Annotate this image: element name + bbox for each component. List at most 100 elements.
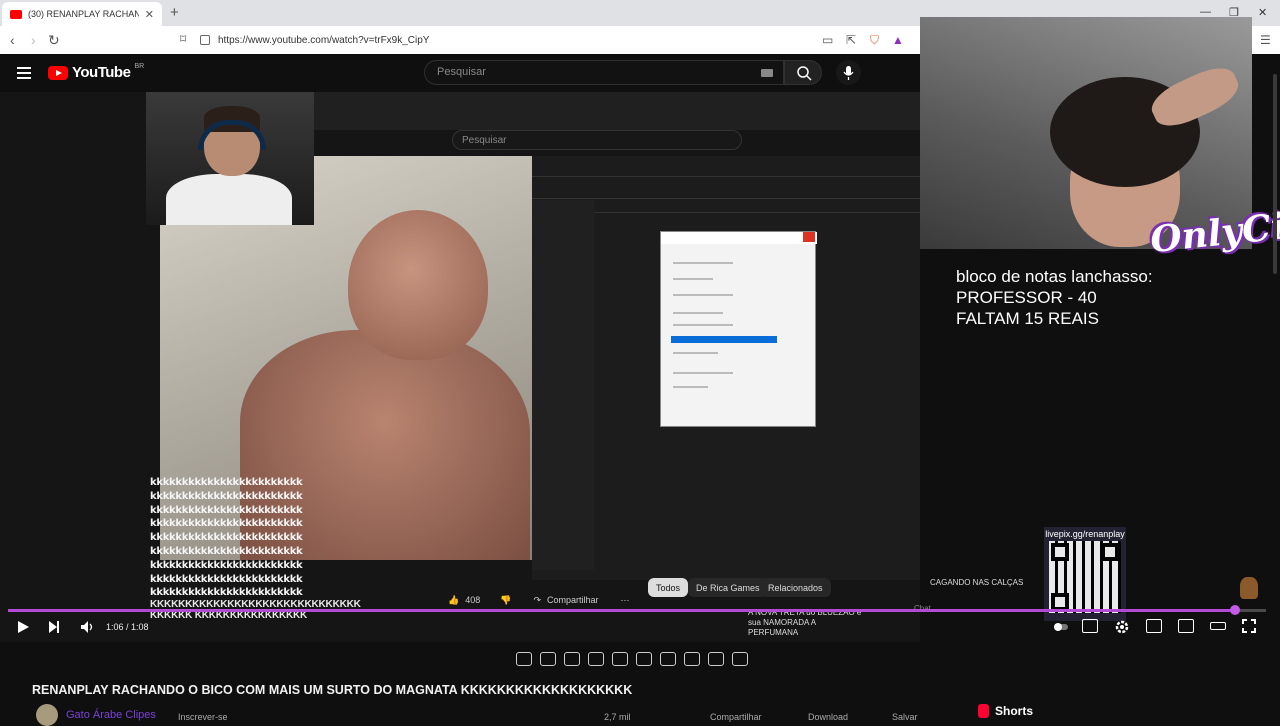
browser-tab[interactable]: (30) RENANPLAY RACHANDO O ✕: [2, 2, 162, 26]
close-window-icon[interactable]: ✕: [1258, 6, 1267, 19]
next-icon[interactable]: [47, 620, 61, 634]
new-tab-button[interactable]: +: [170, 4, 179, 21]
scrollbar-thumb[interactable]: [1273, 74, 1277, 274]
subtitles-icon[interactable]: [1082, 619, 1098, 633]
channel-avatar[interactable]: [36, 704, 58, 726]
share-button[interactable]: Compartilhar: [710, 712, 762, 722]
search-placeholder: Pesquisar: [437, 66, 486, 78]
qr-label: livepix.gg/renanplay: [1045, 529, 1125, 539]
search-input[interactable]: Pesquisar: [424, 60, 784, 85]
chat-spam: kkkkkkkkkkkkkkkkkkkkkkkk kkkkkkkkkkkkkkk…: [150, 476, 303, 600]
chat-line: kkkkkkkkkkkkkkkkkkkkkkkk: [150, 477, 303, 488]
youtube-logo-text: YouTube: [72, 64, 131, 81]
play-icon[interactable]: [16, 620, 30, 634]
eye-icon[interactable]: [564, 652, 580, 666]
chat-line: kkkkkkkkkkkkkkkkkkkkkkkk: [150, 504, 303, 516]
progress-fill: [8, 609, 1236, 612]
scrubber-handle[interactable]: [1230, 605, 1240, 615]
keyboard-icon[interactable]: [761, 69, 773, 77]
notes-line: FALTAM 15 REAIS: [956, 309, 1099, 328]
theater-mode-icon[interactable]: [1210, 622, 1226, 630]
stream-browser-tabs: [314, 92, 920, 130]
chat-line: kkkkkkkkkkkkkkkkkkkkkkkk: [150, 559, 303, 571]
inner-chip: De Rica Games: [688, 578, 768, 597]
youtube-logo[interactable]: YouTube BR: [48, 63, 145, 81]
url-field[interactable]: https://www.youtube.com/watch?v=trFx9k_C…: [200, 30, 900, 50]
properties-dialog: [660, 231, 817, 427]
miniplayer-icon[interactable]: [1146, 619, 1162, 633]
download-button[interactable]: Download: [808, 712, 848, 722]
chat-line: kkkkkkkkkkkkkkkkkkkkkkkk: [150, 545, 303, 557]
livepix-qr: livepix.gg/renanplay: [1044, 527, 1126, 621]
notes-overlay: bloco de notas lanchasso: PROFESSOR - 40…: [956, 266, 1153, 329]
chat-line: kkkkkkkkkkkkkkkkkkkkkkkk: [150, 573, 303, 585]
volume-icon[interactable]: [80, 620, 94, 634]
speed-icon[interactable]: [660, 652, 676, 666]
audio-icon[interactable]: [540, 652, 556, 666]
subscribe-button[interactable]: Inscrever-se: [178, 712, 228, 722]
inner-like-icon: 👍: [448, 594, 460, 605]
film-icon[interactable]: [588, 652, 604, 666]
search-button[interactable]: [784, 60, 822, 85]
add-icon[interactable]: [684, 652, 700, 666]
autoplay-toggle-icon[interactable]: [1054, 621, 1068, 633]
inner-share-label: Compartilhar: [547, 595, 599, 605]
chat-line: kkkkkkkkkkkkkkkkkkkkkkkk: [150, 490, 303, 502]
screenshot-icon[interactable]: [708, 652, 724, 666]
inner-search-placeholder: Pesquisar: [462, 135, 507, 146]
channel-row: Gato Árabe Clipes: [36, 704, 156, 726]
inner-dislike-icon: 👎: [500, 594, 512, 605]
crop-icon[interactable]: [612, 652, 628, 666]
inner-more-icon: ⋯: [620, 594, 630, 605]
notes-line: PROFESSOR - 40: [956, 288, 1097, 307]
back-icon[interactable]: ‹: [10, 32, 15, 48]
chat-line: kkkkkkkkkkkkkkkkkkkkkkkk: [150, 518, 303, 530]
forward-icon[interactable]: ›: [31, 32, 36, 48]
man-head: [348, 210, 488, 360]
dog-sticker: [1240, 577, 1258, 599]
cast-icon[interactable]: ▭: [822, 33, 833, 47]
channel-name[interactable]: Gato Árabe Clipes: [66, 709, 156, 721]
reload-icon[interactable]: ↻: [48, 32, 60, 49]
region-code: BR: [134, 63, 145, 70]
shorts-header[interactable]: Shorts: [978, 704, 1033, 718]
streamer-webcam: [146, 92, 314, 225]
time-display: 1:06 / 1:08: [106, 622, 149, 632]
menu-icon[interactable]: [17, 67, 31, 82]
frame-icon[interactable]: [636, 652, 652, 666]
microphone-icon: [843, 66, 854, 80]
close-tab-icon[interactable]: ✕: [145, 8, 154, 21]
inner-chip: Relacionados: [760, 578, 831, 597]
rewards-icon[interactable]: ▲: [892, 33, 904, 47]
explorer-sidebar: [532, 200, 594, 570]
brave-shield-icon[interactable]: ⛉: [870, 33, 879, 48]
views-count: 2,7 mil: [604, 712, 631, 722]
fullscreen-icon[interactable]: [1242, 619, 1256, 633]
shorts-icon: [978, 704, 989, 718]
youtube-play-logo-icon: [48, 65, 68, 80]
page-scrollbar[interactable]: [1272, 54, 1278, 720]
search-icon: [797, 66, 812, 81]
chat-line: kkkkkkkkkkkkkkkkkkkkkkkk: [150, 532, 303, 544]
share-page-icon[interactable]: ⇱: [846, 33, 856, 47]
voice-search-button[interactable]: [836, 60, 861, 85]
inner-recommendation-text: A NOVA TRETA do BLUEZAO e sua NAMORADA A…: [748, 608, 862, 637]
progress-bar[interactable]: [8, 605, 1266, 615]
inner-chip: Todos: [648, 578, 689, 597]
shorts-label: Shorts: [995, 704, 1034, 718]
inner-share-icon: ↷: [533, 594, 542, 605]
inner-side-text: CAGANDO NAS CALÇAS: [930, 578, 1024, 587]
browser-menu-icon[interactable]: ☰: [1260, 33, 1271, 47]
loop-icon[interactable]: [516, 652, 532, 666]
gear-icon[interactable]: [732, 652, 748, 666]
qr-code-icon: [1049, 541, 1121, 613]
picture-in-picture-icon[interactable]: [1178, 619, 1194, 633]
settings-icon[interactable]: [1114, 619, 1130, 635]
save-button[interactable]: Salvar: [892, 712, 918, 722]
url-text: https://www.youtube.com/watch?v=trFx9k_C…: [218, 34, 430, 46]
site-info-icon[interactable]: [200, 35, 210, 45]
extension-toolbar: [516, 652, 748, 666]
notes-line: bloco de notas lanchasso:: [956, 267, 1153, 286]
bookmark-icon[interactable]: ⌑: [180, 32, 186, 46]
youtube-favicon-icon: [10, 9, 22, 19]
